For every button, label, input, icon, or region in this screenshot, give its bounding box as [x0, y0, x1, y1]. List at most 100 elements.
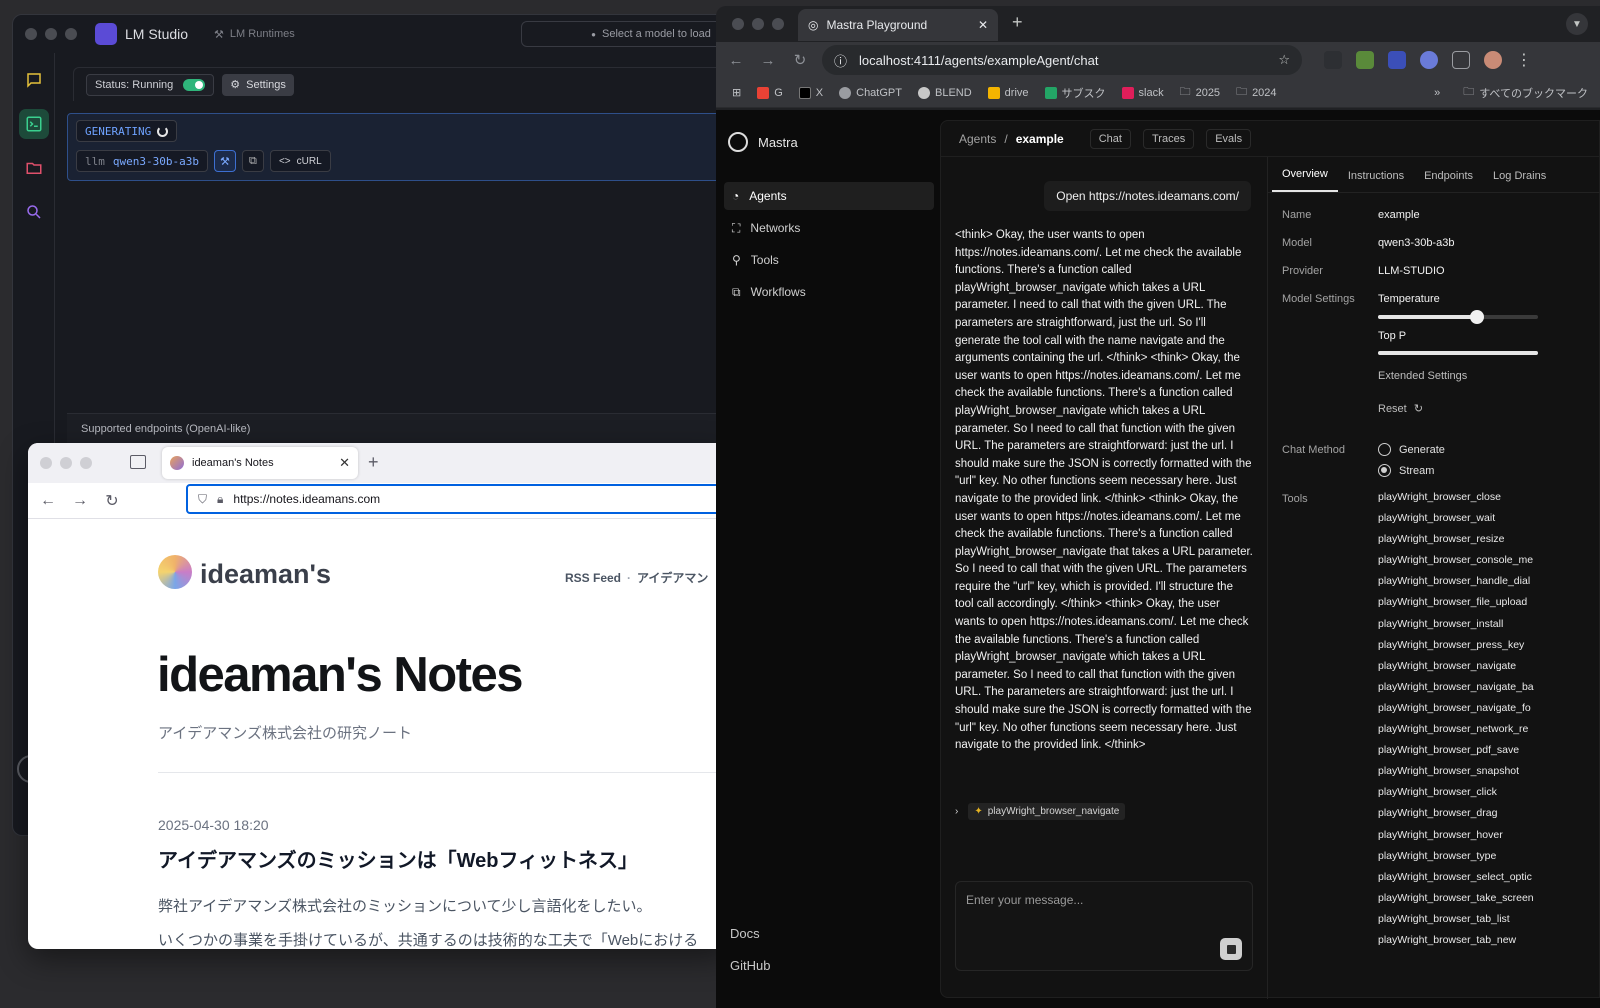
mastra-brand[interactable]: Mastra — [728, 132, 798, 152]
address-bar[interactable]: ⓘ localhost:4111/agents/exampleAgent/cha… — [822, 45, 1302, 75]
sidebar-item-tools[interactable]: ⚲ Tools — [724, 246, 934, 274]
new-tab-button[interactable]: + — [1012, 12, 1023, 33]
bookmark-label: 2025 — [1195, 86, 1221, 99]
minimize-window-button[interactable] — [60, 457, 72, 469]
site-info-icon[interactable]: ⓘ — [834, 51, 847, 70]
bookmark-star-icon[interactable]: ☆ — [1278, 52, 1290, 68]
close-tab-icon[interactable]: ✕ — [339, 455, 350, 471]
models-nav-button[interactable] — [19, 153, 49, 183]
tool-call-badge[interactable]: ✦ playWright_browser_navigate — [968, 803, 1126, 820]
bookmark-subscriptions[interactable]: サブスク — [1044, 85, 1106, 101]
search-nav-button[interactable] — [19, 197, 49, 227]
all-bookmarks-button[interactable]: » 🗀 すべてのブックマーク — [1434, 83, 1588, 102]
stop-button[interactable] — [1220, 938, 1242, 960]
bookmark-slack[interactable]: slack — [1121, 86, 1164, 99]
extension-icon[interactable] — [1388, 51, 1406, 69]
shield-icon[interactable]: ⛉ — [198, 492, 207, 507]
reload-icon[interactable]: ↻ — [792, 51, 808, 69]
address-bar[interactable]: ⛉ 🔒︎ https://notes.ideamans.com — [186, 484, 728, 514]
curl-button[interactable]: <> cURL — [269, 150, 331, 172]
nav-link-rss[interactable]: RSS Feed — [565, 571, 621, 585]
server-status-toggle[interactable]: Status: Running — [86, 73, 215, 96]
message-input[interactable] — [956, 882, 1252, 918]
forward-arrow-icon[interactable]: → — [72, 492, 88, 510]
breadcrumb-agents[interactable]: Agents — [959, 132, 996, 146]
site-name[interactable]: ideaman's — [200, 559, 331, 590]
site-favicon-icon — [170, 456, 184, 470]
back-arrow-icon[interactable]: ← — [40, 492, 56, 510]
tab-traces[interactable]: Traces — [1142, 128, 1195, 149]
bookmark-x[interactable]: X — [798, 86, 823, 99]
model-id-chip[interactable]: llm qwen3-30b-a3b — [76, 150, 208, 172]
slider-knob[interactable] — [1470, 310, 1485, 324]
chevron-right-icon[interactable]: › — [955, 806, 958, 817]
bookmark-folder-2024[interactable]: 🗀 2024 — [1236, 83, 1276, 102]
site-logo-icon[interactable] — [158, 555, 192, 589]
kebab-menu-icon[interactable]: ⋮ — [1516, 50, 1532, 70]
back-arrow-icon[interactable]: ← — [728, 52, 744, 69]
close-window-button[interactable] — [732, 18, 744, 30]
new-tab-button[interactable]: + — [368, 452, 379, 473]
zoom-window-button[interactable] — [772, 18, 784, 30]
radio-generate[interactable]: Generate — [1378, 443, 1445, 456]
close-window-button[interactable] — [25, 28, 37, 40]
nav-link-ideaman[interactable]: アイデアマン — [637, 571, 708, 585]
tab-log-drains[interactable]: Log Drains — [1483, 170, 1556, 192]
apps-grid-icon[interactable]: ⊞ — [732, 86, 741, 99]
sidebar-item-networks[interactable]: ⛶ Networks — [724, 214, 934, 242]
tab-evals[interactable]: Evals — [1206, 128, 1252, 149]
tab-search-button[interactable]: ▼ — [1566, 13, 1588, 35]
reload-icon[interactable]: ↻ — [104, 491, 120, 511]
bookmark-blend[interactable]: BLEND — [917, 86, 972, 99]
profile-avatar[interactable] — [1484, 51, 1502, 69]
extended-settings-toggle[interactable]: Extended Settings — [1378, 370, 1467, 382]
model-select-dropdown[interactable]: ● Select a model to load — [521, 21, 731, 47]
tab-endpoints[interactable]: Endpoints — [1414, 170, 1483, 192]
copy-button[interactable]: ⧉ — [241, 150, 264, 172]
chat-nav-button[interactable] — [19, 65, 49, 95]
bookmark-gmail[interactable]: G — [757, 86, 783, 99]
runtimes-button[interactable]: ⚒ LM Runtimes — [214, 28, 295, 41]
extension-icon[interactable] — [1324, 51, 1342, 69]
close-tab-icon[interactable]: ✕ — [978, 18, 988, 32]
bookmark-label: drive — [1004, 86, 1029, 99]
tab-mastra-playground[interactable]: ◎ Mastra Playground ✕ — [798, 9, 998, 41]
bookmark-folder-2025[interactable]: 🗀 2025 — [1180, 83, 1220, 102]
tool-call-row[interactable]: › ✦ playWright_browser_navigate — [955, 803, 1126, 820]
tool-list-item: playWright_browser_click — [1378, 786, 1497, 799]
developer-nav-button[interactable] — [18, 109, 49, 139]
top-p-slider[interactable] — [1378, 351, 1538, 355]
tools-button[interactable]: ⚒ — [213, 150, 236, 172]
tab-instructions[interactable]: Instructions — [1338, 170, 1414, 192]
sidebar-item-workflows[interactable]: ⧉ Workflows — [724, 278, 934, 306]
lock-icon[interactable]: 🔒︎ — [217, 492, 223, 507]
running-toggle[interactable] — [183, 78, 206, 91]
sidebar-item-label: Networks — [750, 221, 801, 235]
close-window-button[interactable] — [40, 457, 52, 469]
post-title-link[interactable]: アイデアマンズのミッションは「Webフィットネス」 — [158, 844, 638, 873]
sidebar-item-agents[interactable]: ◔ Agents — [724, 182, 934, 210]
minimize-window-button[interactable] — [752, 18, 764, 30]
extension-icon[interactable] — [1420, 51, 1438, 69]
sidebar-item-label: Workflows — [750, 285, 806, 299]
minimize-window-button[interactable] — [45, 28, 57, 40]
tab-overview-icon[interactable] — [130, 455, 146, 469]
url-text[interactable]: localhost:4111/agents/exampleAgent/chat — [859, 53, 1098, 68]
tab-chat[interactable]: Chat — [1089, 128, 1131, 149]
temperature-slider[interactable] — [1378, 310, 1538, 324]
tab-overview[interactable]: Overview — [1272, 168, 1338, 192]
tab-ideamans-notes[interactable]: ideaman's Notes ✕ — [162, 447, 358, 479]
forward-arrow-icon[interactable]: → — [760, 52, 776, 69]
zoom-window-button[interactable] — [65, 28, 77, 40]
extension-icon[interactable] — [1356, 51, 1374, 69]
bookmark-drive[interactable]: drive — [987, 86, 1029, 99]
bookmark-chatgpt[interactable]: ChatGPT — [839, 86, 902, 99]
radio-stream[interactable]: Stream — [1378, 464, 1434, 477]
url-text[interactable]: https://notes.ideamans.com — [233, 492, 380, 506]
docs-link[interactable]: Docs — [730, 926, 760, 941]
puzzle-icon[interactable] — [1452, 51, 1470, 69]
settings-button[interactable]: ⚙ Settings — [222, 73, 294, 96]
github-link[interactable]: GitHub — [730, 958, 770, 973]
zoom-window-button[interactable] — [80, 457, 92, 469]
reset-button[interactable]: Reset ↻ — [1378, 402, 1423, 415]
